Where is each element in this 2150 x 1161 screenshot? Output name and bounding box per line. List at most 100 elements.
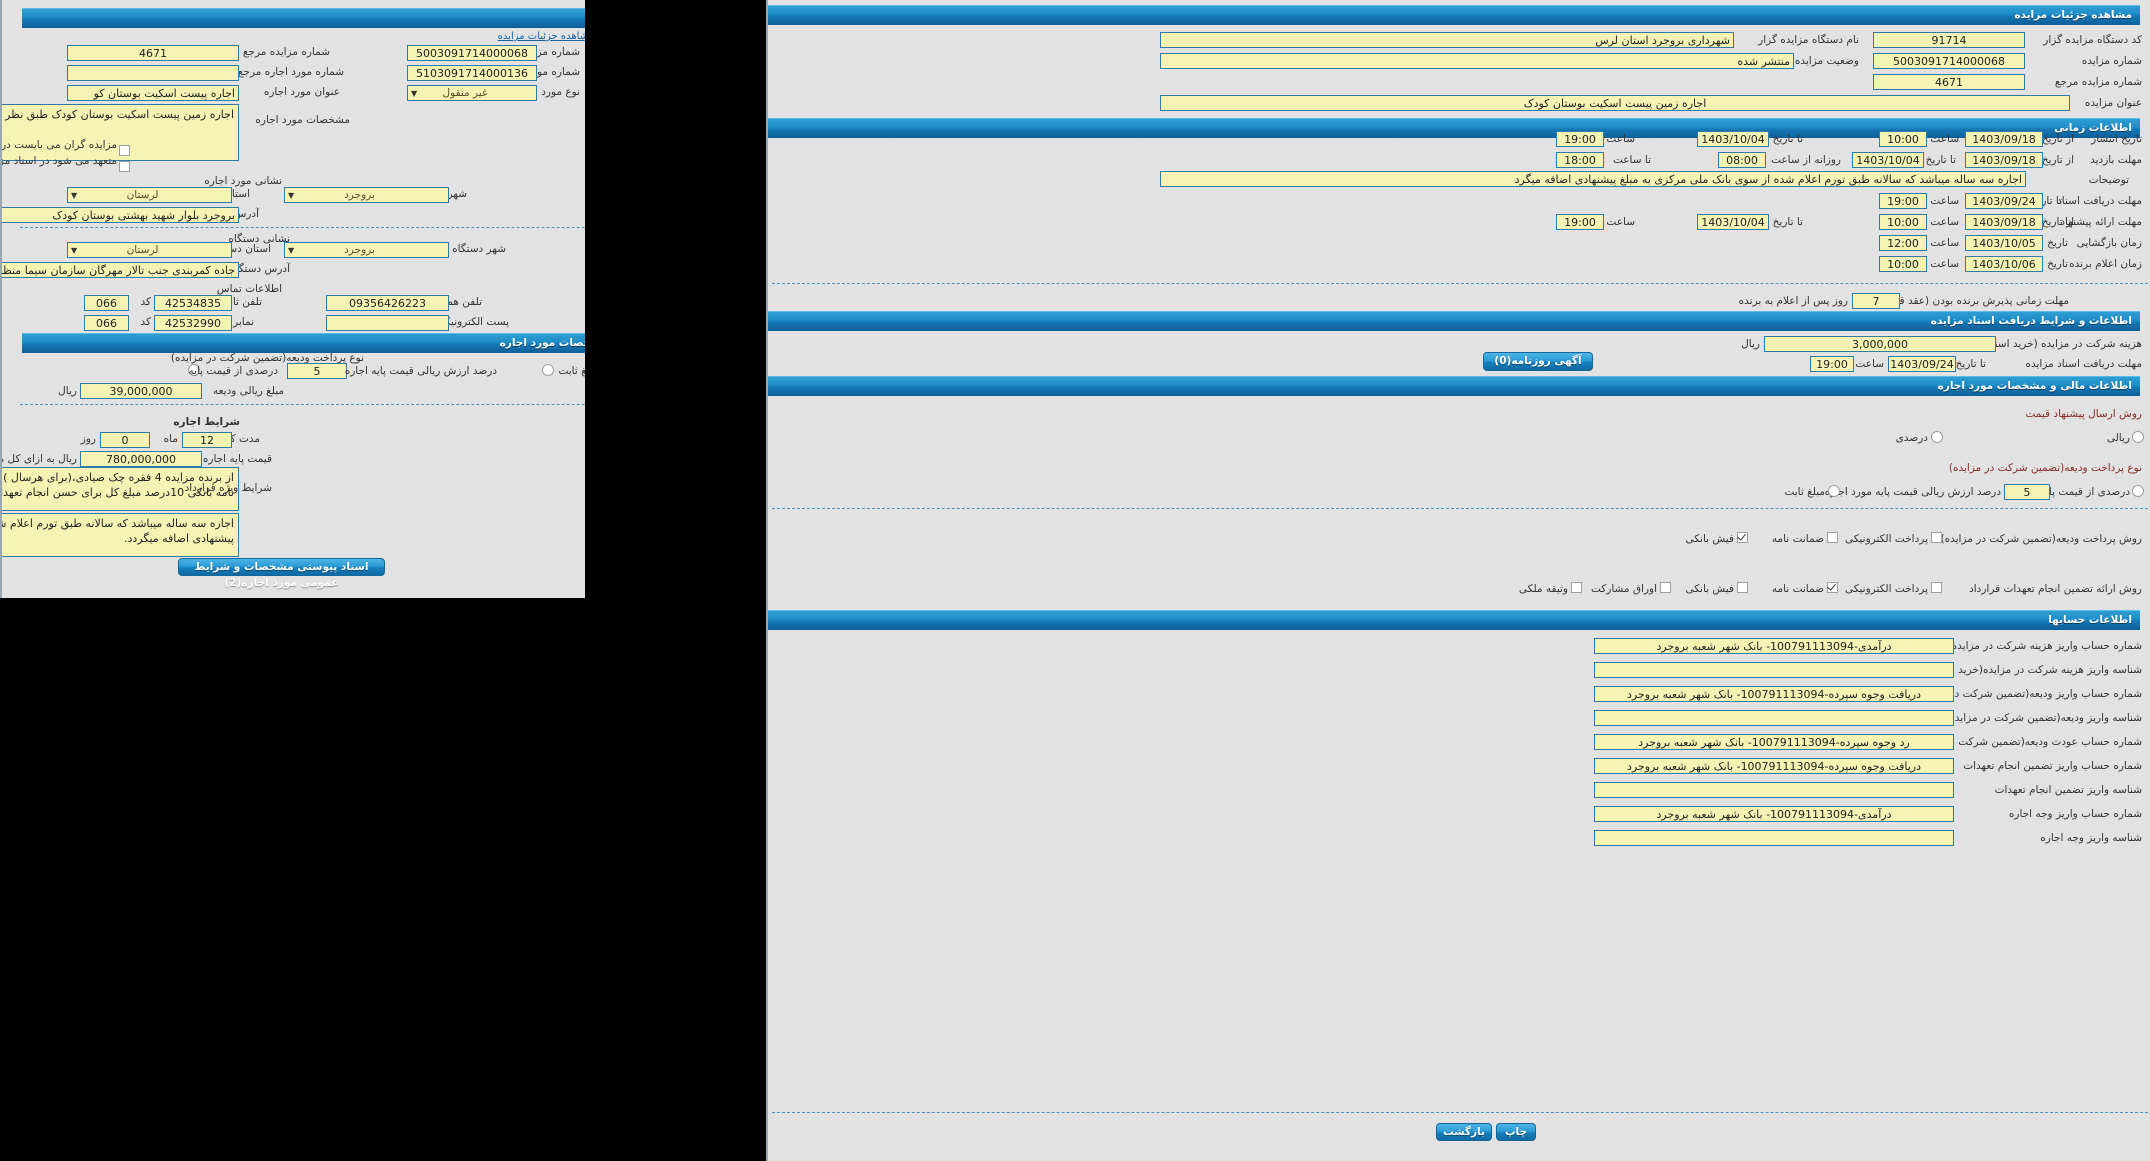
field-account-5[interactable]: دریافت وجوه سپرده-100791113094- بانک شهر… — [1594, 758, 1954, 774]
attachment-documents-button[interactable]: اسناد پیوستی مشخصات و شرایط عمومی مورد ا… — [178, 558, 385, 589]
checkbox-guarantee-property-collateral[interactable] — [1571, 582, 1582, 593]
field-account-1[interactable] — [1594, 662, 1954, 678]
field-ref-auction-number[interactable]: 4671 — [1873, 74, 2025, 90]
field-agency-code[interactable]: 91714 — [1873, 32, 2025, 48]
field-agency-name[interactable]: شهرداری بروجرد استان لرس — [1160, 32, 1734, 48]
field-winner-acceptance-days[interactable]: 7 — [1852, 293, 1900, 309]
label-lease-conditions-section: شرایط اجاره — [173, 416, 240, 428]
radio-rial-option[interactable] — [2132, 431, 2144, 443]
checkbox-note-1[interactable] — [119, 145, 130, 156]
label-to-hour-1: تا ساعت — [1612, 154, 1651, 166]
field-doc-receive-to-date[interactable]: 1403/09/24 — [1965, 193, 2043, 209]
label-lease-item-title: عنوان مورد اجاره — [263, 86, 340, 98]
field-account-7[interactable]: درآمدی-100791113094- بانک شهر شعبه بروجر… — [1594, 806, 1954, 822]
field-ref-auction-number[interactable]: 4671 — [67, 45, 239, 61]
textarea-special-conditions[interactable]: اجاره سه ساله میباشد که سالانه طبق تورم … — [2, 513, 239, 557]
field-proposal-from-hour[interactable]: 10:00 — [1879, 214, 1927, 230]
field-opening-hour[interactable]: 12:00 — [1879, 235, 1927, 251]
select-city[interactable]: بروجرد ▼ — [284, 187, 449, 203]
field-ref-lease-item-number[interactable] — [67, 65, 239, 81]
label-guarantee-method: روش ارائه تضمین انجام تعهدات قرارداد — [1969, 583, 2142, 595]
field-landline-code[interactable]: 066 — [84, 295, 129, 311]
label-publication-date: تاریخ انتشار — [2091, 133, 2142, 145]
field-lease-days[interactable]: 0 — [100, 432, 150, 448]
field-doc-receive-hour[interactable]: 19:00 — [1879, 193, 1927, 209]
field-account-8[interactable] — [1594, 830, 1954, 846]
field-publication-from-date[interactable]: 1403/09/18 — [1965, 131, 2043, 147]
divider — [772, 508, 2148, 509]
label-price-submission-method: روش ارسال پیشنهاد قیمت — [2025, 408, 2143, 420]
field-proposal-from-date[interactable]: 1403/09/18 — [1965, 214, 2043, 230]
field-auction-number[interactable]: 5003091714000068 — [407, 45, 537, 61]
field-auction-status[interactable]: منتشر شده — [1160, 53, 1794, 69]
field-visit-to-date[interactable]: 1403/10/04 — [1852, 152, 1924, 168]
field-agency-address[interactable]: جاده کمربندی جنب تالار مهرگان سازمان سیم… — [2, 262, 239, 278]
label-fixed-amount: مبلغ ثابت — [1784, 486, 1825, 498]
field-visit-daily-from[interactable]: 08:00 — [1718, 152, 1766, 168]
field-participation-fee[interactable]: 3,000,000 — [1764, 336, 1996, 352]
checkbox-guarantee-bank-receipt[interactable] — [1737, 582, 1748, 593]
checkbox-guarantee-participation-bonds[interactable] — [1660, 582, 1671, 593]
field-email[interactable] — [326, 315, 449, 331]
field-doc-deadline-hour[interactable]: 19:00 — [1810, 356, 1854, 372]
field-account-6[interactable] — [1594, 782, 1954, 798]
checkbox-deposit-guarantee-letter[interactable] — [1827, 532, 1838, 543]
newspaper-advertisement-button[interactable]: آگهی روزنامه(0) — [1483, 352, 1593, 371]
label-participation-fee: هزینه شرکت در مزایده (خرید اسناد) — [1982, 338, 2142, 350]
field-account-0[interactable]: درآمدی-100791113094- بانک شهر شعبه بروجر… — [1594, 638, 1954, 654]
field-deposit-amount[interactable]: 39,000,000 — [80, 383, 202, 399]
field-percent-value[interactable]: 5 — [2004, 484, 2050, 500]
field-opening-date[interactable]: 1403/10/05 — [1965, 235, 2043, 251]
field-visit-from-date[interactable]: 1403/09/18 — [1965, 152, 2043, 168]
field-proposal-to-date[interactable]: 1403/10/04 — [1697, 214, 1769, 230]
radio-fixed-amount[interactable] — [542, 364, 554, 376]
view-auction-details-link[interactable]: مشاهده جزئیات مزایده — [498, 31, 585, 42]
radio-percent-option[interactable] — [1931, 431, 1943, 443]
checkbox-note-2[interactable] — [119, 161, 130, 172]
radio-fixed-amount[interactable] — [1828, 485, 1840, 497]
field-proposal-to-hour[interactable]: 19:00 — [1556, 214, 1604, 230]
field-publication-to-date[interactable]: 1403/10/04 — [1697, 131, 1769, 147]
label-guarantee-property-collateral: وثیقه ملکی — [1518, 583, 1568, 595]
label-base-price-suffix: ریال به ازای کل مدت اجاره — [2, 453, 77, 465]
field-auction-number[interactable]: 5003091714000068 — [1873, 53, 2025, 69]
field-winner-hour[interactable]: 10:00 — [1879, 256, 1927, 272]
field-lease-item-title[interactable]: اجاره پیست اسکیت بوستان کو — [67, 85, 239, 101]
label-guarantee-letter: ضمانت نامه — [1771, 583, 1824, 595]
field-descriptions[interactable]: اجاره سه ساله میباشد که سالانه طبق تورم … — [1160, 171, 2026, 187]
field-mobile[interactable]: 09356426223 — [326, 295, 449, 311]
select-province[interactable]: لرستان ▼ — [67, 187, 232, 203]
field-fax-code[interactable]: 066 — [84, 315, 129, 331]
field-visit-to-hour[interactable]: 18:00 — [1556, 152, 1604, 168]
field-account-4[interactable]: رد وجوه سپرده-100791113094- بانک شهر شعب… — [1594, 734, 1954, 750]
checkbox-guarantee-letter[interactable] — [1827, 582, 1838, 593]
field-percent-value[interactable]: 5 — [287, 363, 347, 379]
field-landline[interactable]: 42534835 — [154, 295, 232, 311]
back-button[interactable]: بازگشت — [1436, 1123, 1492, 1141]
select-agency-city[interactable]: بروجرد ▼ — [284, 242, 449, 258]
field-doc-deadline-date[interactable]: 1403/09/24 — [1888, 356, 1956, 372]
label-percent-of-base: درصدی از قیمت پایه — [188, 365, 278, 377]
field-winner-date[interactable]: 1403/10/06 — [1965, 256, 2043, 272]
lease-item-info-window: اطلاعات مورد اجاره مشاهده جزئیات مزایده … — [0, 0, 585, 598]
select-lease-item-type[interactable]: غیر منقول ▼ — [407, 85, 537, 101]
label-percent-suffix: درصد ارزش ریالی قیمت پایه مورد اجاره — [1824, 486, 2001, 498]
field-fax[interactable]: 42532990 — [154, 315, 232, 331]
field-account-3[interactable] — [1594, 710, 1954, 726]
field-address[interactable]: بروجرد بلوار شهید بهشتی بوستان کودک — [2, 207, 239, 223]
field-lease-item-number[interactable]: 5103091714000136 — [407, 65, 537, 81]
checkbox-guarantee-electronic[interactable] — [1931, 582, 1942, 593]
note-1-text: مزایده گران می بایست در مرحله ارسال پیشن… — [1, 139, 117, 151]
label-percent-of-base: درصدی از قیمت پایه — [2040, 486, 2130, 498]
field-publication-from-hour[interactable]: 10:00 — [1879, 131, 1927, 147]
radio-percent-of-base[interactable] — [2132, 485, 2144, 497]
checkbox-deposit-bank-receipt[interactable] — [1737, 532, 1748, 543]
print-button[interactable]: چاپ — [1496, 1123, 1536, 1141]
field-base-price[interactable]: 780,000,000 — [80, 451, 202, 467]
select-agency-province[interactable]: لرستان ▼ — [67, 242, 232, 258]
field-auction-title[interactable]: اجاره زمین پیست اسکیت بوستان کودک — [1160, 95, 2070, 111]
field-publication-to-hour[interactable]: 19:00 — [1556, 131, 1604, 147]
field-account-2[interactable]: دریافت وجوه سپرده-100791113094- بانک شهر… — [1594, 686, 1954, 702]
checkbox-deposit-electronic[interactable] — [1931, 532, 1942, 543]
field-lease-months[interactable]: 12 — [182, 432, 232, 448]
